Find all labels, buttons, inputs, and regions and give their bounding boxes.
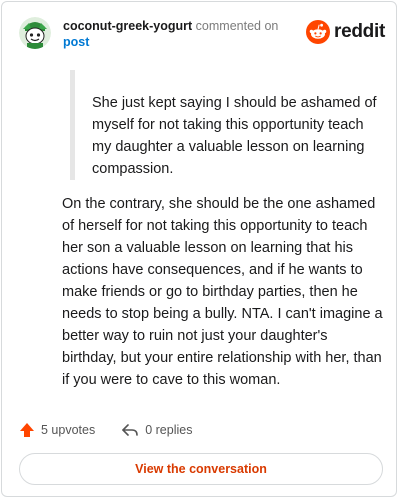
- comment-body: On the contrary, she should be the one a…: [62, 196, 383, 388]
- reddit-logo-icon: [306, 20, 331, 44]
- snoo-avatar-icon: [19, 17, 51, 49]
- comment-meta: coconut-greek-yogurt commented on post: [63, 18, 303, 50]
- upvotes-button[interactable]: 5 upvotes: [19, 422, 95, 438]
- replies-count: 0 replies: [145, 423, 193, 437]
- comment-header: coconut-greek-yogurt commented on post r…: [19, 17, 385, 57]
- brand-wordmark: reddit: [334, 21, 385, 42]
- upvote-arrow-icon: [20, 423, 34, 437]
- username[interactable]: coconut-greek-yogurt: [63, 19, 192, 33]
- reply-arrow-icon: [122, 424, 139, 436]
- upvotes-count: 5 upvotes: [41, 423, 96, 437]
- action-text: commented on: [195, 19, 279, 33]
- comment-actions: 5 upvotes 0 replies: [19, 420, 192, 440]
- quoted-text: She just kept saying I should be ashamed…: [70, 70, 380, 180]
- view-conversation-button[interactable]: View the conversation: [19, 453, 383, 485]
- comment-card: coconut-greek-yogurt commented on post r…: [1, 1, 397, 497]
- replies-button[interactable]: 0 replies: [121, 422, 192, 438]
- post-link[interactable]: post: [63, 34, 303, 50]
- avatar[interactable]: [19, 17, 51, 49]
- reddit-logo[interactable]: reddit: [306, 19, 385, 45]
